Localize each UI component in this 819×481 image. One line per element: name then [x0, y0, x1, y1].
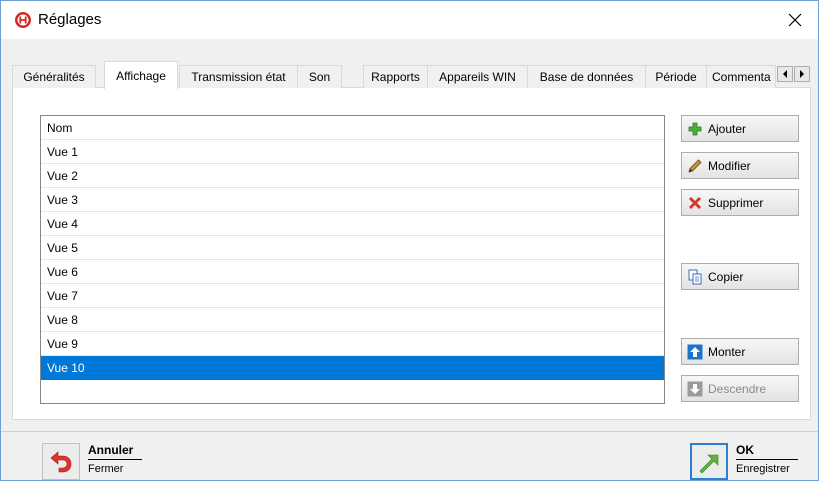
tab-scroll-right-button[interactable] [794, 66, 810, 82]
list-item[interactable]: Vue 2 [41, 164, 664, 188]
move-down-button-label: Descendre [708, 381, 767, 396]
tab-son[interactable]: Son [297, 65, 342, 88]
tab-appareils-win[interactable]: Appareils WIN [427, 65, 528, 88]
arrow-up-icon [686, 343, 704, 361]
ok-button[interactable]: OK Enregistrer [690, 443, 798, 480]
ok-label: OK [736, 443, 798, 460]
column-header-nom[interactable]: Nom [41, 116, 664, 140]
add-button-label: Ajouter [708, 121, 747, 136]
list-item[interactable]: Vue 8 [41, 308, 664, 332]
move-down-button[interactable]: Descendre [681, 375, 799, 402]
footer-divider [1, 431, 818, 432]
window-title: Réglages [38, 11, 102, 28]
app-logo-icon [14, 11, 32, 29]
arrow-left-icon [783, 70, 787, 78]
tab-base-de-donnees[interactable]: Base de données [527, 65, 646, 88]
move-up-button[interactable]: Monter [681, 338, 799, 365]
title-bar: Réglages [1, 1, 818, 39]
tab-rapports[interactable]: Rapports [363, 65, 428, 88]
list-item[interactable]: Vue 5 [41, 236, 664, 260]
tab-periode[interactable]: Période [645, 65, 707, 88]
move-up-button-label: Monter [708, 344, 746, 359]
list-item[interactable]: Vue 3 [41, 188, 664, 212]
list-item-selected[interactable]: Vue 10 [41, 356, 664, 380]
delete-button-label: Supprimer [708, 195, 764, 210]
delete-button[interactable]: Supprimer [681, 189, 799, 216]
list-item[interactable]: Vue 4 [41, 212, 664, 236]
close-button[interactable] [772, 1, 818, 39]
list-item[interactable]: Vue 6 [41, 260, 664, 284]
close-icon [788, 13, 802, 27]
tab-scroll-left-button[interactable] [777, 66, 793, 82]
arrow-right-icon [800, 70, 804, 78]
tab-commentaires[interactable]: Commenta [706, 65, 776, 88]
list-item[interactable]: Vue 1 [41, 140, 664, 164]
edit-button-label: Modifier [708, 158, 751, 173]
cancel-button[interactable]: Annuler Fermer [42, 443, 142, 480]
copy-button-label: Copier [708, 269, 744, 284]
plus-icon [686, 120, 704, 138]
tab-generalites[interactable]: Généralités [12, 65, 96, 88]
arrow-down-icon [686, 380, 704, 398]
edit-button[interactable]: Modifier [681, 152, 799, 179]
list-item[interactable]: Vue 7 [41, 284, 664, 308]
ok-sublabel: Enregistrer [736, 463, 790, 475]
pencil-icon [686, 157, 704, 175]
tab-transmission-etat[interactable]: Transmission état [179, 65, 298, 88]
undo-arrow-icon [42, 443, 80, 480]
copy-button[interactable]: Copier [681, 263, 799, 290]
cancel-label: Annuler [88, 443, 142, 460]
list-item[interactable]: Vue 9 [41, 332, 664, 356]
settings-window: Réglages Généralités Affichage Transmiss… [0, 0, 819, 481]
tab-affichage[interactable]: Affichage [104, 61, 178, 89]
ok-arrow-icon [690, 443, 728, 480]
cancel-sublabel: Fermer [88, 463, 124, 475]
add-button[interactable]: Ajouter [681, 115, 799, 142]
views-list[interactable]: Nom Vue 1 Vue 2 Vue 3 Vue 4 Vue 5 Vue 6 … [40, 115, 665, 404]
red-x-icon [686, 194, 704, 212]
copy-icon [686, 268, 704, 286]
tab-bar: Généralités Affichage Transmission état … [12, 61, 811, 89]
